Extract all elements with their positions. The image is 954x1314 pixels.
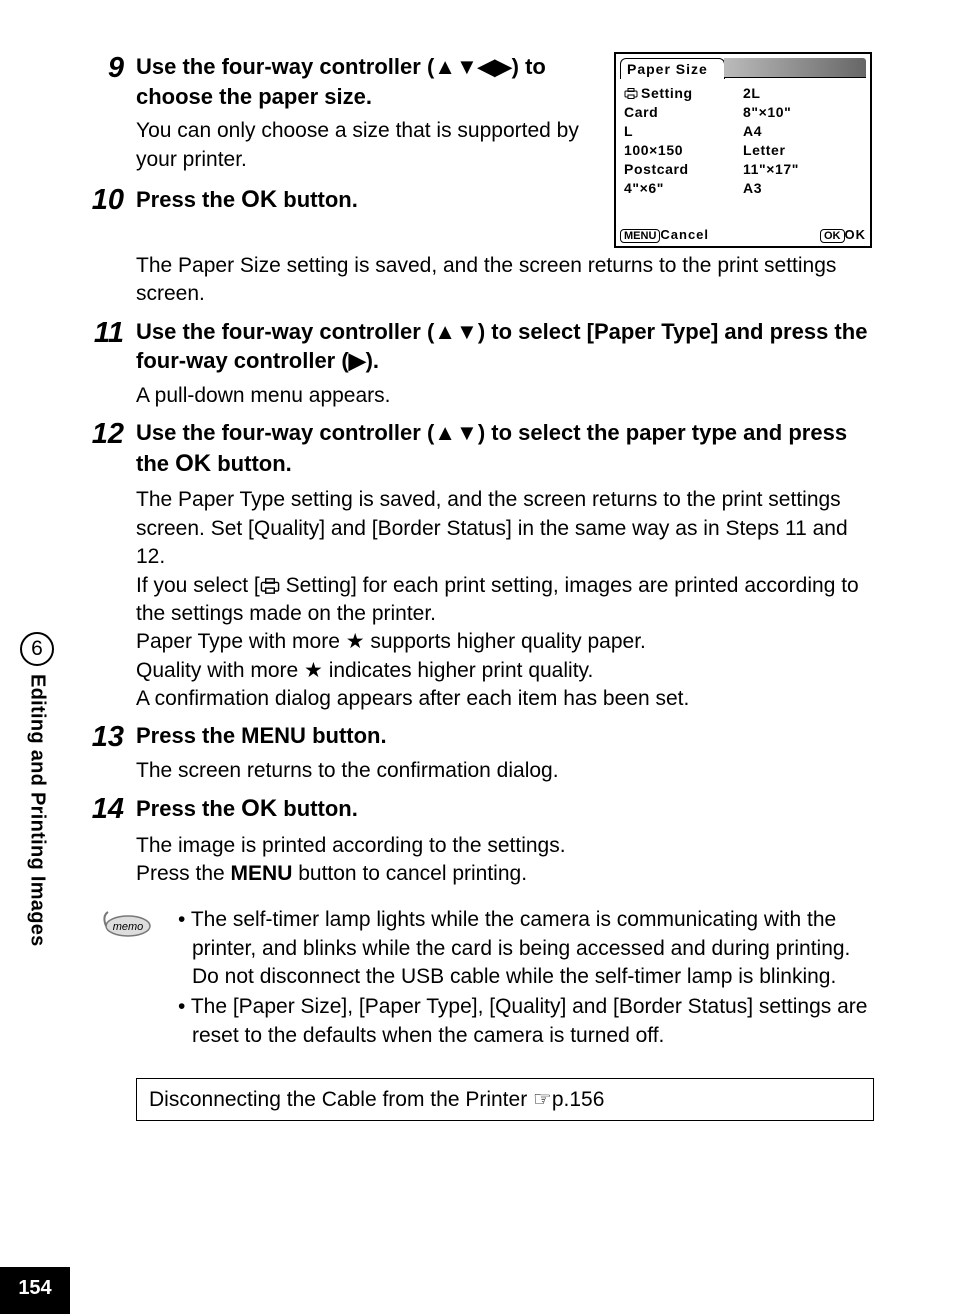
step-10-desc-row: The Paper Size setting is saved, and the…: [80, 252, 874, 309]
step-12-desc5: A confirmation dialog appears after each…: [136, 685, 874, 713]
step-13: 13 Press the MENU button. The screen ret…: [80, 721, 874, 785]
printer-icon: [260, 578, 280, 594]
step-10-head-a: Press the: [136, 187, 241, 212]
ok-button-label: OK: [175, 450, 211, 477]
chapter-tab: 6 Editing and Printing Images: [20, 632, 54, 947]
right-arrow-icon: ▶: [349, 348, 366, 373]
step-14-desc2b: button to cancel printing.: [292, 862, 527, 885]
step-9-head-a: Use the four-way controller (: [136, 54, 434, 79]
step-14-desc1: The image is printed according to the se…: [136, 832, 874, 860]
step-12-desc4: Quality with more ★ indicates higher pri…: [136, 657, 874, 685]
lcd-item-setting: Setting: [624, 85, 743, 101]
page-number: 154: [0, 1267, 70, 1314]
ok-button-label: OK: [241, 795, 277, 822]
lcd-left-2: L: [624, 123, 743, 139]
lcd-right-column: 2L 8"×10" A4 Letter 11"×17" A3: [743, 85, 862, 196]
lcd-title-fill: [724, 58, 866, 78]
lcd-right-3: Letter: [743, 142, 862, 158]
lcd-left-1: Card: [624, 104, 743, 120]
xref-page: p.156: [552, 1088, 605, 1111]
step-14-head-a: Press the: [136, 796, 241, 821]
step-12-head-a: Use the four-way controller (: [136, 420, 434, 445]
lcd-cancel-label: Cancel: [660, 227, 709, 242]
step-11-desc: A pull-down menu appears.: [136, 382, 874, 410]
step-13-heading: Press the MENU button.: [136, 721, 874, 751]
step-10: 10 Press the OK button.: [80, 184, 584, 222]
updown-arrows-icon: ▲▼: [434, 319, 478, 344]
step-11-head-c: ).: [366, 348, 379, 373]
memo-bullet-2: The [Paper Size], [Paper Type], [Quality…: [178, 993, 874, 1050]
step-10-heading: Press the OK button.: [136, 184, 584, 216]
lcd-left-4: Postcard: [624, 161, 743, 177]
step-12-desc2a: If you select [: [136, 574, 260, 597]
ok-button-icon: OK: [820, 229, 845, 243]
step-12-heading: Use the four-way controller (▲▼) to sele…: [136, 418, 874, 480]
step-10-number: 10: [80, 184, 136, 217]
step-9-number: 9: [80, 52, 136, 85]
page-content: 6 Editing and Printing Images Paper Size…: [0, 0, 954, 1161]
lcd-title-row: Paper Size: [620, 58, 866, 79]
pointer-icon: ☞: [533, 1088, 552, 1111]
xref-text: Disconnecting the Cable from the Printer: [149, 1088, 533, 1111]
step-12-head-c: button.: [211, 451, 292, 476]
menu-button-label: MENU: [241, 723, 306, 748]
menu-button-icon: MENU: [620, 229, 660, 243]
step-14-number: 14: [80, 793, 136, 826]
step-10-desc: The Paper Size setting is saved, and the…: [136, 252, 874, 309]
step-10-head-b: button.: [277, 187, 358, 212]
updown-arrows-icon: ▲▼: [434, 420, 478, 445]
lcd-paper-size-screen: Paper Size Setting Card L 100×150 Postca…: [614, 52, 872, 248]
lcd-cancel: MENUCancel: [620, 227, 709, 242]
step-14-heading: Press the OK button.: [136, 793, 874, 825]
step-11: 11 Use the four-way controller (▲▼) to s…: [80, 317, 874, 411]
step-11-head-a: Use the four-way controller (: [136, 319, 434, 344]
lcd-ok-label: OK: [845, 227, 867, 242]
memo-bullet-1: The self-timer lamp lights while the cam…: [178, 906, 874, 991]
step-13-number: 13: [80, 721, 136, 754]
ok-button-label: OK: [241, 186, 277, 213]
step-12-desc3: Paper Type with more ★ supports higher q…: [136, 628, 874, 656]
step-13-desc: The screen returns to the confirmation d…: [136, 757, 874, 785]
lcd-ok: OKOK: [820, 227, 866, 242]
chapter-title: Editing and Printing Images: [26, 674, 49, 947]
lcd-right-0: 2L: [743, 85, 862, 101]
lcd-title: Paper Size: [620, 58, 725, 79]
printer-icon: [624, 88, 638, 99]
lcd-right-5: A3: [743, 180, 862, 196]
step-14-desc2a: Press the: [136, 862, 231, 885]
cross-reference-box: Disconnecting the Cable from the Printer…: [136, 1078, 874, 1121]
fourway-arrows-icon: ▲▼◀▶: [434, 54, 511, 79]
step-9-heading: Use the four-way controller (▲▼◀▶) to ch…: [136, 52, 584, 111]
memo-text: The self-timer lamp lights while the cam…: [160, 906, 874, 1052]
step-9-desc: You can only choose a size that is suppo…: [136, 117, 584, 174]
step-14-desc2: Press the MENU button to cancel printing…: [136, 860, 874, 888]
memo-icon: memo: [100, 906, 160, 943]
step-11-heading: Use the four-way controller (▲▼) to sele…: [136, 317, 874, 376]
memo-block: memo The self-timer lamp lights while th…: [100, 906, 874, 1052]
lcd-right-4: 11"×17": [743, 161, 862, 177]
lcd-left-column: Setting Card L 100×150 Postcard 4"×6": [624, 85, 743, 196]
lcd-left-0: Setting: [641, 85, 693, 101]
step-12-number: 12: [80, 418, 136, 451]
chapter-number: 6: [20, 632, 54, 666]
memo-label: memo: [113, 921, 144, 933]
menu-button-label: MENU: [231, 862, 293, 885]
step-12-desc1: The Paper Type setting is saved, and the…: [136, 486, 874, 571]
step-11-number: 11: [80, 317, 136, 350]
step-12: 12 Use the four-way controller (▲▼) to s…: [80, 418, 874, 713]
lcd-left-5: 4"×6": [624, 180, 743, 196]
lcd-footer: MENUCancel OKOK: [620, 227, 866, 242]
step-12-desc2: If you select [ Setting] for each print …: [136, 572, 874, 629]
lcd-right-2: A4: [743, 123, 862, 139]
step-13-head-b: button.: [306, 723, 387, 748]
lcd-right-1: 8"×10": [743, 104, 862, 120]
lcd-left-3: 100×150: [624, 142, 743, 158]
step-14-head-b: button.: [277, 796, 358, 821]
step-9: 9 Use the four-way controller (▲▼◀▶) to …: [80, 52, 584, 174]
step-14: 14 Press the OK button. The image is pri…: [80, 793, 874, 888]
step-13-head-a: Press the: [136, 723, 241, 748]
